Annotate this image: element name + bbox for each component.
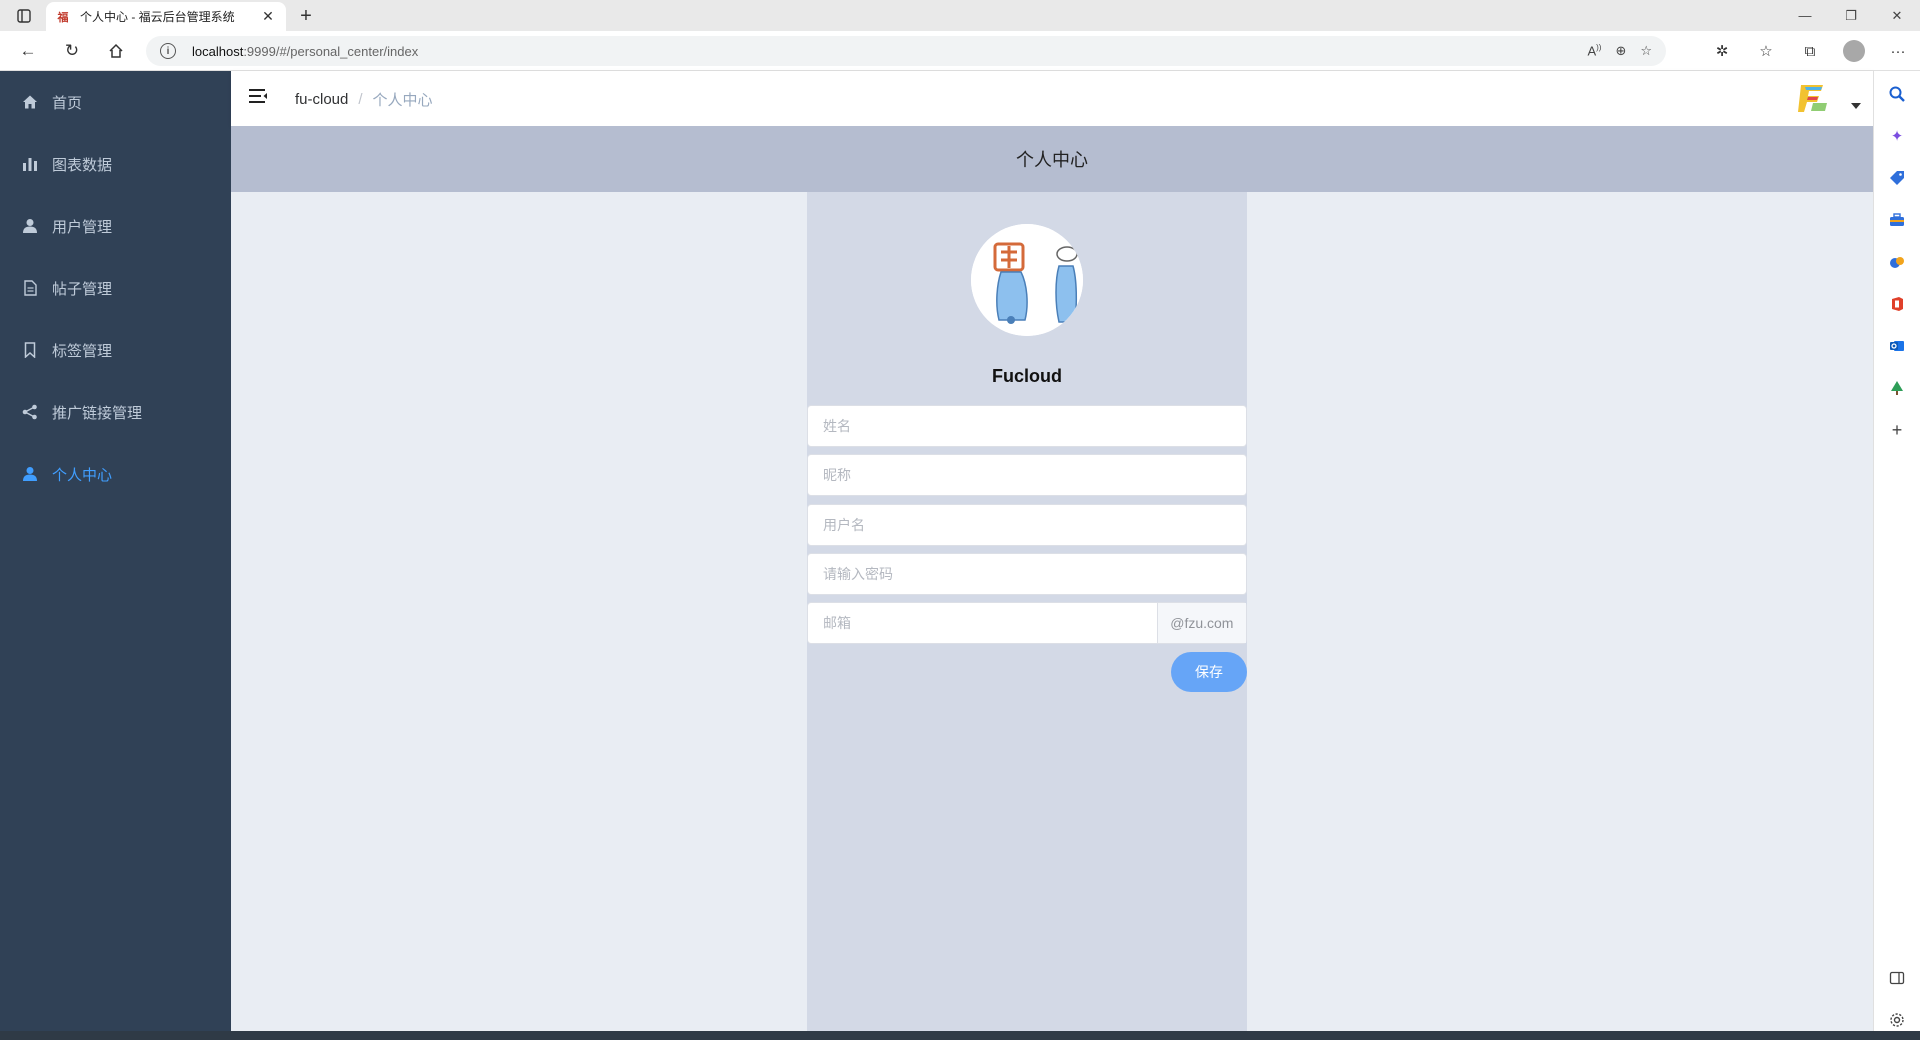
breadcrumb-current: 个人中心 <box>372 92 433 109</box>
search-icon[interactable] <box>1886 83 1908 105</box>
new-tab-icon[interactable]: + <box>294 4 318 28</box>
browser-tab-active[interactable]: 福 个人中心 - 福云后台管理系统 ✕ <box>46 2 286 31</box>
browser-tab-title: 个人中心 - 福云后台管理系统 <box>80 10 235 24</box>
breadcrumb-separator: / <box>358 91 363 108</box>
outlook-icon[interactable] <box>1886 335 1908 357</box>
profile-panel: Fucloud @fzu.com 保存 <box>807 192 1247 1031</box>
sidebar-item-label: 标签管理 <box>52 342 113 360</box>
sidebar-item-label: 个人中心 <box>52 466 113 484</box>
office-icon[interactable] <box>1886 293 1908 315</box>
copilot-icon[interactable]: ✦ <box>1886 125 1908 147</box>
read-aloud-icon[interactable]: A)) <box>1587 43 1601 58</box>
games-icon[interactable] <box>1886 251 1908 273</box>
document-icon <box>22 280 38 296</box>
profile-username: Fucloud <box>992 366 1062 386</box>
taskbar-strip <box>0 1031 1920 1040</box>
settings-gear-icon[interactable] <box>1886 1009 1908 1031</box>
tab-close-icon[interactable]: ✕ <box>260 8 276 25</box>
user-icon <box>22 466 38 482</box>
back-icon[interactable]: ← <box>14 39 42 63</box>
sidebar-item-home[interactable]: 首页 <box>0 71 231 133</box>
password-field-wrapper <box>807 553 1247 595</box>
save-button[interactable]: 保存 <box>1171 652 1247 692</box>
sidebar-item-tags[interactable]: 标签管理 <box>0 319 231 381</box>
url-path: :9999/#/personal_center/index <box>243 43 419 59</box>
more-menu-icon[interactable]: ··· <box>1876 31 1920 71</box>
username-field-wrapper <box>807 504 1247 546</box>
home-nav-icon[interactable] <box>102 39 130 63</box>
window-controls: — ❐ ✕ <box>1782 0 1920 31</box>
panel-layout-icon[interactable] <box>1886 967 1908 989</box>
share-icon <box>22 404 38 420</box>
sidebar-item-label: 帖子管理 <box>52 280 113 298</box>
user-icon <box>22 218 38 234</box>
app-root: 首页 图表数据 用户管理 帖子管理 标签管理 推广链接管理 个人中心 fu-cl… <box>0 71 1873 1031</box>
nickname-input[interactable] <box>808 455 1246 495</box>
main-content: fu-cloud / 个人中心 个人中心 Fucloud 姓名 昵称 用户名 邮… <box>231 71 1873 1031</box>
password-input[interactable] <box>808 554 1246 594</box>
profile-icon[interactable] <box>1832 31 1876 71</box>
site-info-icon[interactable]: i <box>160 43 176 59</box>
favorite-star-icon[interactable]: ☆ <box>1640 43 1652 59</box>
home-icon <box>22 94 38 110</box>
dropdown-caret-icon[interactable] <box>1851 103 1861 109</box>
collections-icon[interactable]: ⧉ <box>1788 31 1832 71</box>
sidebar-item-label: 图表数据 <box>52 156 113 174</box>
name-input[interactable] <box>808 406 1246 446</box>
browser-address-bar: ← ↻ i localhost :9999/#/personal_center/… <box>0 31 1920 71</box>
breadcrumb-root[interactable]: fu-cloud <box>295 91 348 108</box>
sidebar-item-label: 推广链接管理 <box>52 404 143 422</box>
top-navbar: fu-cloud / 个人中心 <box>231 71 1873 126</box>
restore-icon[interactable]: ❐ <box>1828 0 1874 31</box>
email-suffix: @fzu.com <box>1156 603 1246 643</box>
browser-toolbar: ✲ ☆ ⧉ ··· <box>1700 31 1920 71</box>
sidebar-item-posts[interactable]: 帖子管理 <box>0 257 231 319</box>
window-close-icon[interactable]: ✕ <box>1874 0 1920 31</box>
email-input[interactable] <box>808 603 1157 643</box>
site-favicon-icon: 福 <box>57 11 69 24</box>
browser-side-panel: ✦ + <box>1873 71 1920 1031</box>
minimize-icon[interactable]: — <box>1782 0 1828 31</box>
tab-actions-icon[interactable] <box>12 6 36 26</box>
url-field[interactable]: i localhost :9999/#/personal_center/inde… <box>146 36 1666 66</box>
page-title: 个人中心 <box>231 126 1873 192</box>
name-field-wrapper <box>807 405 1247 447</box>
email-field-wrapper: @fzu.com <box>807 602 1247 644</box>
tree-icon[interactable] <box>1886 377 1908 399</box>
browser-tab-bar: 福 个人中心 - 福云后台管理系统 ✕ + — ❐ ✕ <box>0 0 1920 31</box>
favorites-icon[interactable]: ☆ <box>1744 31 1788 71</box>
url-actions: A)) ⊕ ☆ <box>1587 36 1652 66</box>
zoom-icon[interactable]: ⊕ <box>1615 43 1626 59</box>
avatar <box>971 224 1083 336</box>
bar-chart-icon <box>22 156 38 172</box>
sidebar-menu: 首页 图表数据 用户管理 帖子管理 标签管理 推广链接管理 个人中心 <box>0 71 231 1031</box>
sidebar-item-personal-center[interactable]: 个人中心 <box>0 443 231 505</box>
shopping-tag-icon[interactable] <box>1886 167 1908 189</box>
refresh-icon[interactable]: ↻ <box>58 39 86 63</box>
navbar-avatar[interactable] <box>1795 81 1829 115</box>
bookmark-icon <box>22 342 38 358</box>
breadcrumb: fu-cloud / 个人中心 <box>295 89 433 110</box>
username-input[interactable] <box>808 505 1246 545</box>
extensions-icon[interactable]: ✲ <box>1700 31 1744 71</box>
sidebar-item-users[interactable]: 用户管理 <box>0 195 231 257</box>
hamburger-toggle-icon[interactable] <box>247 86 269 108</box>
sidebar-item-label: 首页 <box>52 94 83 112</box>
url-host: localhost <box>192 43 244 59</box>
nickname-field-wrapper <box>807 454 1247 496</box>
sidebar-item-charts[interactable]: 图表数据 <box>0 133 231 195</box>
add-icon[interactable]: + <box>1886 419 1908 441</box>
sidebar-item-promo-links[interactable]: 推广链接管理 <box>0 381 231 443</box>
tools-icon[interactable] <box>1886 209 1908 231</box>
sidebar-item-label: 用户管理 <box>52 218 113 236</box>
